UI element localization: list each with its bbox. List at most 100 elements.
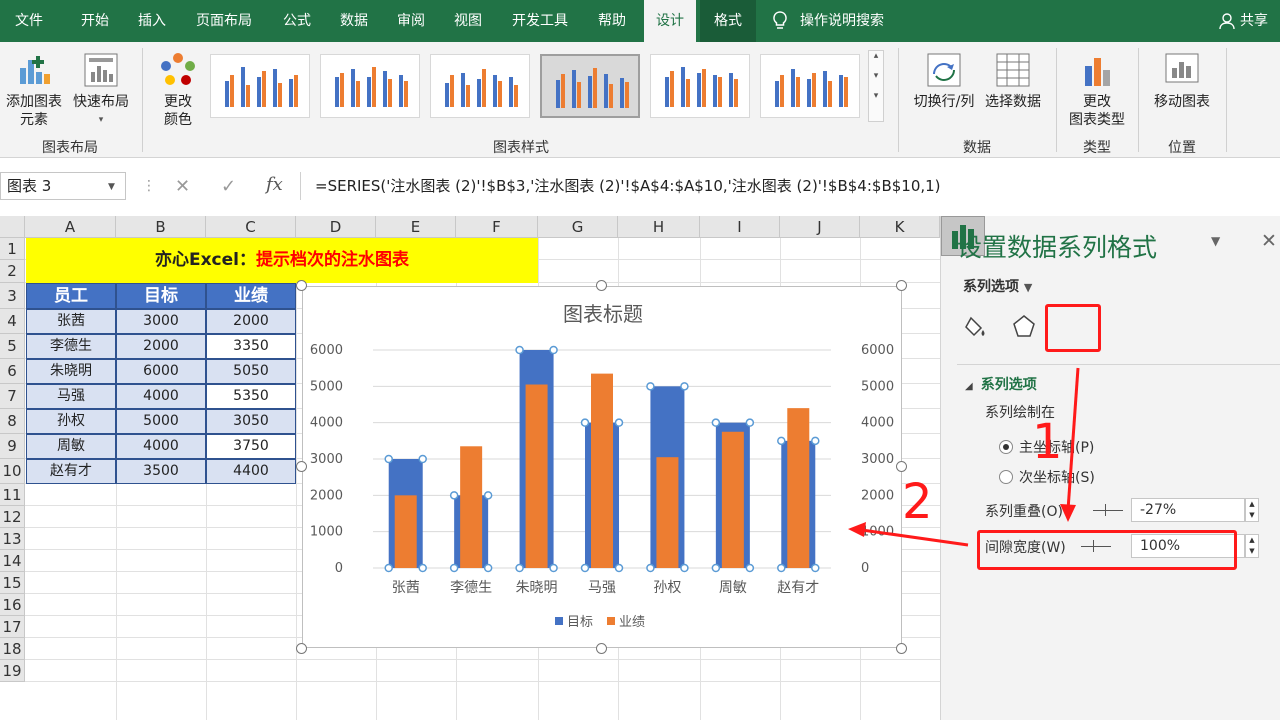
column-header[interactable]: A [25,216,116,238]
resize-handle[interactable] [896,280,907,291]
legend-label[interactable]: 业绩 [619,615,645,630]
bar-actual[interactable] [460,446,483,568]
chart-style-5[interactable] [650,54,750,118]
series-overlap-spinner[interactable]: ▲ ▼ [1245,498,1259,522]
move-chart-button[interactable]: 移动图表 [1148,50,1216,111]
column-header[interactable]: H [618,216,700,238]
column-header[interactable]: G [538,216,618,238]
bar-actual[interactable] [721,431,744,568]
row-header[interactable]: 1 [0,238,25,260]
chart-title[interactable]: 图表标题 [563,302,643,326]
table-cell[interactable]: 2000 [206,309,296,334]
row-header[interactable]: 4 [0,309,25,334]
table-cell[interactable]: 周敏 [26,434,116,459]
tab-formulas[interactable]: 公式 [272,0,322,42]
column-header[interactable]: F [456,216,538,238]
resize-handle[interactable] [296,461,307,472]
table-cell[interactable]: 2000 [116,334,206,359]
tab-developer[interactable]: 开发工具 [500,0,580,42]
formula-input[interactable]: =SERIES('注水图表 (2)'!$B$3,'注水图表 (2)'!$A$4:… [300,172,1280,200]
tab-review[interactable]: 审阅 [386,0,436,42]
effects-pentagon-icon[interactable] [1009,312,1039,342]
column-header[interactable]: C [206,216,296,238]
series-options-dropdown[interactable]: 系列选项 ▼ [963,276,1032,296]
bar-actual[interactable] [394,495,417,568]
row-header[interactable]: 16 [0,594,25,616]
table-cell[interactable]: 张茜 [26,309,116,334]
table-cell[interactable]: 4000 [116,384,206,409]
bar-actual[interactable] [787,408,810,568]
table-header-employee[interactable]: 员工 [26,283,116,309]
row-header[interactable]: 2 [0,260,25,283]
chart-style-2[interactable] [320,54,420,118]
legend-label[interactable]: 目标 [567,615,593,630]
table-cell[interactable]: 3500 [116,459,206,484]
row-header[interactable]: 11 [0,484,25,506]
series-options-section[interactable]: ◢ 系列选项 [965,374,1037,394]
chart-style-1[interactable] [210,54,310,118]
table-cell[interactable]: 4400 [206,459,296,484]
resize-handle[interactable] [896,643,907,654]
row-header[interactable]: 13 [0,528,25,550]
resize-handle[interactable] [896,461,907,472]
add-chart-element-button[interactable]: 添加图表 元素 [2,50,66,129]
column-header[interactable]: I [700,216,780,238]
table-cell[interactable]: 5050 [206,359,296,384]
resize-handle[interactable] [596,280,607,291]
resize-handle[interactable] [296,280,307,291]
secondary-axis-label[interactable]: 次坐标轴(S) [1019,467,1095,487]
bar-actual[interactable] [656,457,679,568]
switch-row-column-button[interactable]: 切换行/列 [908,50,980,111]
bar-actual[interactable] [591,373,613,568]
table-cell[interactable]: 6000 [116,359,206,384]
tab-home[interactable]: 开始 [68,0,122,42]
row-header[interactable]: 18 [0,638,25,660]
bar-actual[interactable] [525,384,548,568]
primary-axis-label[interactable]: 主坐标轴(P) [1019,437,1094,457]
table-cell[interactable]: 5000 [116,409,206,434]
table-cell[interactable]: 马强 [26,384,116,409]
tab-format[interactable]: 格式 [700,0,756,42]
tab-data[interactable]: 数据 [328,0,380,42]
tab-file[interactable]: 文件 [0,0,58,42]
row-header[interactable]: 12 [0,506,25,528]
insert-function-icon[interactable]: fx [266,174,283,195]
column-header[interactable]: E [376,216,456,238]
tell-me-search[interactable]: 操作说明搜索 [772,0,884,42]
row-header[interactable]: 19 [0,660,25,682]
table-header-actual[interactable]: 业绩 [206,283,296,309]
name-box-dropdown-icon[interactable]: ▼ [108,182,115,192]
secondary-axis-radio[interactable] [999,470,1013,484]
table-cell[interactable]: 孙权 [26,409,116,434]
table-cell[interactable]: 5350 [206,384,296,409]
gallery-scrollbar[interactable]: ▴ ▾ ▾ [868,50,884,122]
column-header[interactable]: B [116,216,206,238]
tab-help[interactable]: 帮助 [588,0,636,42]
row-header[interactable]: 7 [0,384,25,409]
tab-view[interactable]: 视图 [444,0,492,42]
cancel-icon[interactable]: ✕ [175,176,190,197]
primary-axis-radio[interactable] [999,440,1013,454]
series-overlap-slider[interactable] [1093,504,1123,516]
row-header[interactable]: 10 [0,459,25,484]
table-cell[interactable]: 朱晓明 [26,359,116,384]
table-cell[interactable]: 赵有才 [26,459,116,484]
chart-style-6[interactable] [760,54,860,118]
chart-object[interactable]: 图表标题 6000 5000 4000 3000 2000 1000 0 6000 5000 4… [302,286,902,648]
column-header[interactable]: K [860,216,940,238]
pane-options-dropdown-icon[interactable]: ▼ [1211,234,1220,248]
resize-handle[interactable] [296,643,307,654]
row-header[interactable]: 14 [0,550,25,572]
table-cell[interactable]: 3000 [116,309,206,334]
tab-page-layout[interactable]: 页面布局 [184,0,264,42]
table-cell[interactable]: 3750 [206,434,296,459]
close-icon[interactable]: ✕ [1261,230,1277,252]
row-header[interactable]: 8 [0,409,25,434]
column-header[interactable]: J [780,216,860,238]
table-cell[interactable]: 李德生 [26,334,116,359]
worksheet-grid[interactable]: A B C D E F G H I J K 1 2 3 4 5 6 7 8 9 10 11 12 13 1… [0,216,940,720]
resize-handle[interactable] [596,643,607,654]
row-header[interactable]: 6 [0,359,25,384]
fill-line-icon[interactable] [963,312,993,342]
row-header[interactable]: 3 [0,283,25,309]
